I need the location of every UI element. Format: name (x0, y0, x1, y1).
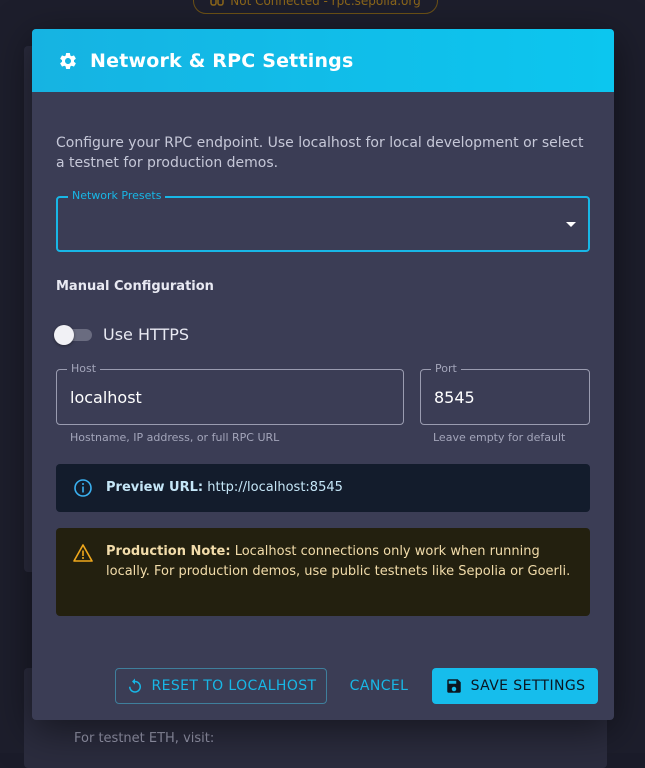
info-icon (72, 478, 94, 498)
production-note-content: Production Note: Localhost connections o… (106, 542, 574, 616)
connection-status-chip: Not Connected - rpc.sepolia.org (193, 0, 438, 14)
dialog-header: Network & RPC Settings (32, 29, 614, 92)
warning-icon (72, 543, 94, 563)
manual-config-heading: Manual Configuration (56, 279, 214, 294)
host-field[interactable]: Host localhost (56, 369, 404, 425)
refresh-icon (126, 677, 144, 695)
dialog-actions: RESET TO LOCALHOST CANCEL SAVE SETTINGS (32, 668, 614, 704)
cancel-button-label[interactable]: CANCEL (350, 678, 409, 694)
preview-url-alert: Preview URL: http://localhost:8545 (56, 464, 590, 512)
caret-down-icon[interactable] (566, 222, 576, 227)
gear-icon (58, 51, 78, 71)
toggle-thumb[interactable] (54, 325, 74, 345)
host-input[interactable]: localhost (70, 388, 142, 407)
plug-icon (210, 0, 224, 6)
save-button-label[interactable]: SAVE SETTINGS (471, 678, 586, 694)
cancel-button[interactable]: CANCEL (341, 668, 417, 704)
faucet-text: For testnet ETH, visit: (74, 731, 214, 746)
dialog-title: Network & RPC Settings (90, 50, 353, 72)
port-helper-text: Leave empty for default (433, 431, 565, 444)
save-icon (445, 677, 463, 695)
reset-button-label[interactable]: RESET TO LOCALHOST (152, 678, 317, 694)
https-toggle-label[interactable]: Use HTTPS (103, 325, 189, 344)
host-helper-text: Hostname, IP address, or full RPC URL (70, 431, 279, 444)
connection-status-text: Not Connected - rpc.sepolia.org (230, 0, 421, 8)
port-field[interactable]: Port 8545 (420, 369, 590, 425)
https-toggle[interactable] (54, 325, 92, 343)
preview-url-label: Preview URL: (106, 480, 203, 495)
production-note-label: Production Note: (106, 544, 231, 559)
reset-to-localhost-button[interactable]: RESET TO LOCALHOST (115, 668, 327, 704)
preview-url-value: http://localhost:8545 (207, 480, 343, 495)
dialog-intro-text: Configure your RPC endpoint. Use localho… (56, 133, 586, 173)
save-settings-button[interactable]: SAVE SETTINGS (432, 668, 598, 704)
port-label: Port (431, 362, 461, 376)
host-label: Host (67, 362, 100, 376)
preview-url-content: Preview URL: http://localhost:8545 (106, 478, 343, 498)
network-settings-dialog: Network & RPC Settings Configure your RP… (32, 29, 614, 720)
network-presets-label: Network Presets (68, 189, 165, 203)
production-note-alert: Production Note: Localhost connections o… (56, 528, 590, 616)
port-input[interactable]: 8545 (434, 388, 475, 407)
network-presets-select[interactable]: Network Presets (56, 196, 590, 252)
